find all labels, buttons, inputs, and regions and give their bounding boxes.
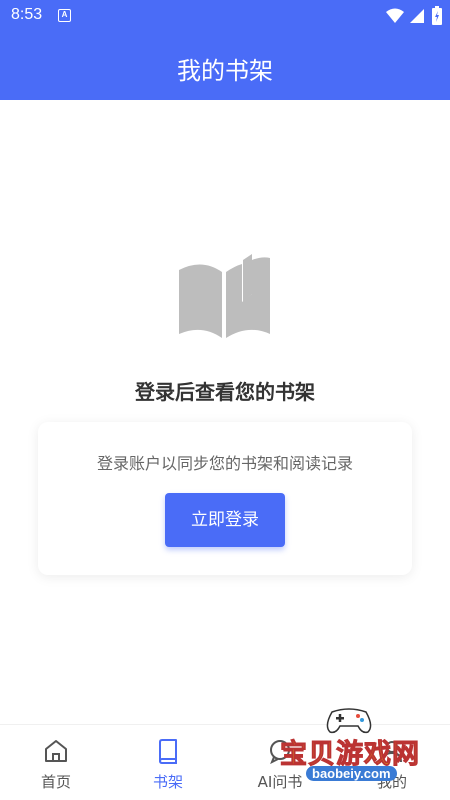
tab-home[interactable]: 首页	[0, 725, 112, 800]
notification-icon: A	[58, 9, 71, 22]
status-time: 8:53	[11, 6, 43, 23]
status-bar: 8:53 A	[0, 0, 450, 33]
login-hint: 登录账户以同步您的书架和阅读记录	[96, 454, 353, 473]
tab-home-label: 首页	[40, 773, 71, 791]
tab-bookshelf[interactable]: 书架	[112, 725, 224, 800]
bookshelf-icon	[159, 739, 177, 764]
bookshelf-empty-state: 登录后查看您的书架 登录账户以同步您的书架和阅读记录 立即登录	[0, 100, 450, 724]
watermark-url: baobeiy.com	[306, 766, 397, 781]
login-button[interactable]: 立即登录	[165, 493, 285, 547]
tab-bookshelf-label: 书架	[152, 773, 183, 791]
app-bar: 我的书架	[0, 33, 450, 100]
wifi-icon	[386, 8, 404, 23]
empty-state-title: 登录后查看您的书架	[135, 380, 315, 404]
book-icon	[179, 254, 270, 338]
home-icon	[45, 740, 67, 762]
signal-icon	[410, 9, 424, 23]
page-title: 我的书架	[177, 57, 273, 85]
site-watermark: 宝贝游戏网 baobeiy.com	[270, 700, 450, 790]
login-card: 登录账户以同步您的书架和阅读记录 立即登录	[38, 422, 412, 575]
battery-icon	[432, 6, 442, 25]
